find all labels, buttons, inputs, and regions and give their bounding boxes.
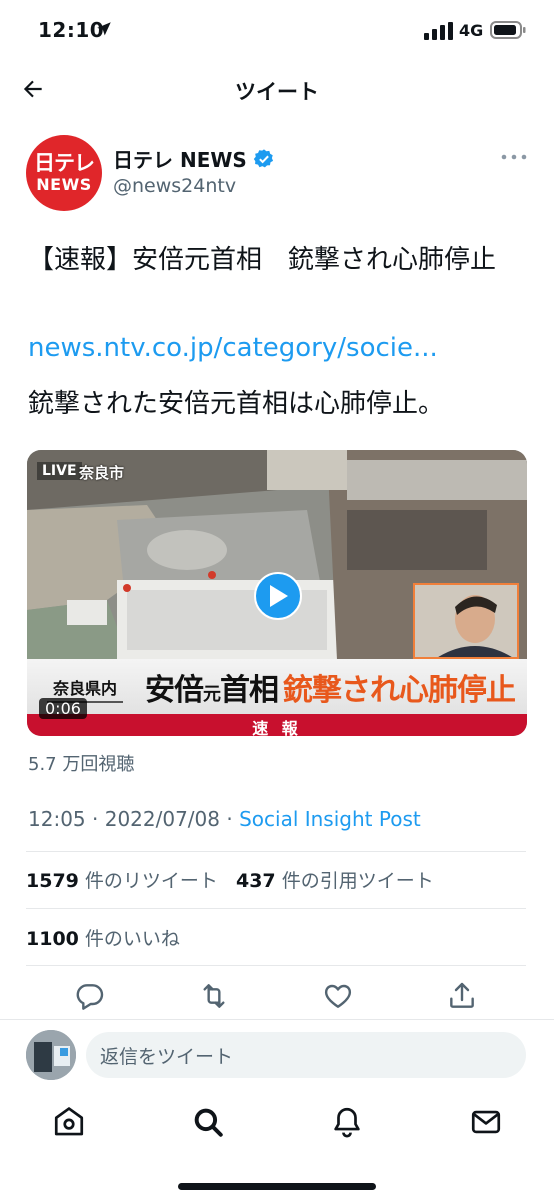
banner-name-b: 元 bbox=[203, 684, 221, 705]
home-indicator bbox=[178, 1183, 376, 1190]
battery-icon bbox=[490, 21, 526, 39]
user-avatar-image bbox=[26, 1030, 76, 1080]
signal-icon bbox=[424, 22, 453, 40]
play-button[interactable] bbox=[254, 572, 302, 620]
play-icon bbox=[270, 585, 288, 607]
meta-separator: · bbox=[85, 807, 105, 831]
author-name-row[interactable]: 日テレ NEWS bbox=[113, 144, 275, 173]
user-avatar[interactable] bbox=[26, 1030, 76, 1080]
tweet-date: 2022/07/08 bbox=[104, 807, 220, 831]
retweets-count: 1579 bbox=[26, 870, 79, 892]
video-duration: 0:06 bbox=[39, 698, 87, 719]
verified-badge-icon bbox=[253, 148, 273, 167]
avatar-logo-top: 日テレ bbox=[34, 151, 95, 175]
author-avatar[interactable]: 日テレ NEWS bbox=[26, 135, 102, 211]
tweet-text: 【速報】安倍元首相 銃撃され心肺停止 bbox=[28, 245, 497, 275]
view-count: 5.7 万回視聴 bbox=[28, 754, 135, 775]
flash-label: 速 報 bbox=[252, 719, 302, 736]
likes-label: 件のいいね bbox=[78, 928, 180, 950]
share-icon[interactable] bbox=[446, 980, 478, 1012]
live-city-label: 奈良市 bbox=[79, 464, 125, 482]
page-title: ツイート bbox=[235, 80, 319, 104]
divider bbox=[26, 851, 526, 852]
tweet-link[interactable]: news.ntv.co.jp/category/socie... bbox=[28, 328, 438, 368]
tweet-text-secondary: 銃撃された安倍元首相は心肺停止。 bbox=[28, 389, 445, 419]
reply-bar: 返信をツイート bbox=[0, 1019, 554, 1091]
banner-headline: 銃撃され心肺停止 bbox=[283, 673, 516, 708]
meta-separator-2: · bbox=[220, 807, 240, 831]
tweet-time: 12:05 bbox=[28, 807, 86, 831]
home-icon[interactable] bbox=[52, 1105, 86, 1139]
reply-icon[interactable] bbox=[74, 980, 106, 1012]
author-name: 日テレ NEWS bbox=[113, 148, 247, 172]
retweets-label: 件のリツイート bbox=[78, 870, 218, 892]
search-icon[interactable] bbox=[191, 1105, 225, 1139]
header: ツイート bbox=[0, 62, 554, 116]
banner-name-c: 首相 bbox=[220, 673, 279, 708]
quotes-stat[interactable]: 437 件の引用ツイート bbox=[236, 870, 434, 892]
quotes-label: 件の引用ツイート bbox=[275, 870, 434, 892]
divider bbox=[26, 908, 526, 909]
retweet-icon[interactable] bbox=[198, 980, 230, 1012]
likes-count: 1100 bbox=[26, 928, 79, 950]
flash-bar: 速 報 bbox=[27, 714, 527, 736]
messages-icon[interactable] bbox=[469, 1105, 503, 1139]
likes-stat[interactable]: 1100 件のいいね bbox=[26, 924, 180, 951]
quotes-count: 437 bbox=[235, 870, 276, 892]
news-banner: 奈良県内 安倍元首相 銃撃され心肺停止 bbox=[27, 659, 527, 714]
location-arrow-icon bbox=[97, 22, 111, 36]
divider bbox=[26, 965, 526, 966]
tweet-source-link[interactable]: Social Insight Post bbox=[239, 807, 421, 831]
banner-name: 安倍元首相 bbox=[145, 665, 279, 709]
notifications-icon[interactable] bbox=[330, 1105, 364, 1139]
video-player[interactable]: LIVE 奈良市 奈良県内 安倍元首相 銃撃され心肺停止 速 報 0:06 bbox=[27, 450, 527, 736]
network-label: 4G bbox=[459, 21, 484, 40]
avatar-logo-bottom: NEWS bbox=[36, 175, 92, 194]
action-row bbox=[0, 978, 554, 1014]
author-handle[interactable]: @news24ntv bbox=[113, 175, 236, 197]
inset-portrait bbox=[413, 583, 519, 659]
portrait-image bbox=[415, 585, 517, 657]
live-badge: LIVE bbox=[37, 462, 82, 480]
retweets-stat[interactable]: 1579 件のリツイート bbox=[26, 870, 218, 892]
reply-input[interactable]: 返信をツイート bbox=[86, 1032, 526, 1078]
status-bar: 12:10 4G bbox=[0, 0, 554, 62]
tweet-stats: 1579 件のリツイート 437 件の引用ツイート bbox=[26, 866, 446, 893]
more-options-icon[interactable] bbox=[500, 150, 528, 164]
like-icon[interactable] bbox=[322, 980, 354, 1012]
banner-name-a: 安倍 bbox=[145, 673, 204, 708]
tweet-meta: 12:05 · 2022/07/08 · Social Insight Post bbox=[28, 807, 421, 831]
